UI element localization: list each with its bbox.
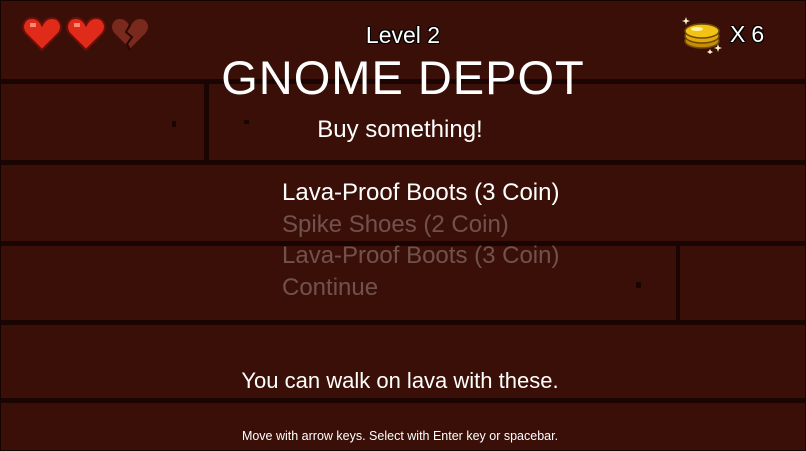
coin-multiplier-label: X (730, 20, 746, 47)
coin-count: X6 (730, 21, 764, 48)
coin-count-value: 6 (751, 20, 765, 47)
coin-stack-icon (682, 17, 722, 54)
controls-instructions: Move with arrow keys. Select with Enter … (241, 429, 559, 443)
shop-subtitle: Buy something! (317, 116, 483, 143)
menu-option-lava-proof-boots[interactable]: Lava-Proof Boots (3 Coin) (282, 177, 559, 209)
coin-counter: X6 (680, 14, 764, 54)
item-description: You can walk on lava with these. (241, 368, 559, 393)
menu-option-spike-shoes[interactable]: Spike Shoes (2 Coin) (282, 209, 559, 241)
shop-menu: Lava-Proof Boots (3 Coin) Spike Shoes (2… (282, 177, 559, 303)
menu-option-continue[interactable]: Continue (282, 272, 559, 304)
shop-title: GNOME DEPOT (221, 51, 585, 104)
menu-option-lava-proof-boots-2[interactable]: Lava-Proof Boots (3 Coin) (282, 240, 559, 272)
